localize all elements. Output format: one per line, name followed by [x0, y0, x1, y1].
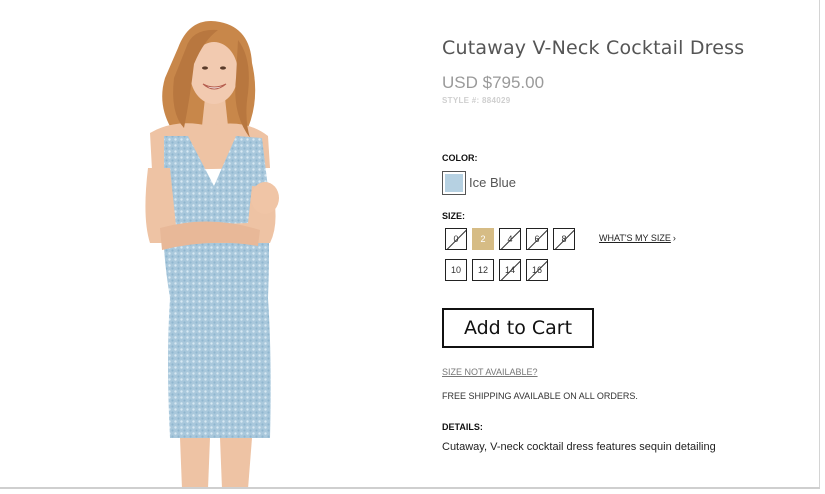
size-option-12[interactable]: 12	[472, 259, 494, 281]
size-not-available-link[interactable]: SIZE NOT AVAILABLE?	[442, 367, 538, 377]
color-label: COLOR:	[442, 153, 478, 163]
product-image[interactable]	[120, 18, 300, 489]
size-option-8[interactable]: 8	[553, 228, 575, 250]
whats-my-size-label: WHAT'S MY SIZE	[599, 233, 671, 243]
shipping-note: FREE SHIPPING AVAILABLE ON ALL ORDERS.	[442, 391, 638, 401]
product-title: Cutaway V-Neck Cocktail Dress	[442, 37, 745, 59]
size-option-16[interactable]: 16	[526, 259, 548, 281]
size-option-14[interactable]: 14	[499, 259, 521, 281]
size-option-4[interactable]: 4	[499, 228, 521, 250]
size-option-2[interactable]: 2	[472, 228, 494, 250]
size-option-0[interactable]: 0	[445, 228, 467, 250]
style-number: STYLE #: 884029	[442, 96, 511, 105]
swatch-fill	[445, 174, 463, 192]
add-to-cart-button[interactable]: Add to Cart	[442, 308, 594, 348]
details-text: Cutaway, V-neck cocktail dress features …	[442, 441, 716, 453]
size-option-10[interactable]: 10	[445, 259, 467, 281]
product-price: USD $795.00	[442, 73, 545, 92]
size-label: SIZE:	[442, 211, 466, 221]
selected-color-name: Ice Blue	[469, 175, 516, 190]
details-label: DETAILS:	[442, 422, 483, 432]
page-border-right	[819, 0, 820, 489]
whats-my-size-link[interactable]: WHAT'S MY SIZE ›	[599, 233, 676, 243]
size-option-6[interactable]: 6	[526, 228, 548, 250]
color-swatch-ice-blue[interactable]	[442, 171, 466, 195]
chevron-right-icon: ›	[672, 233, 676, 243]
